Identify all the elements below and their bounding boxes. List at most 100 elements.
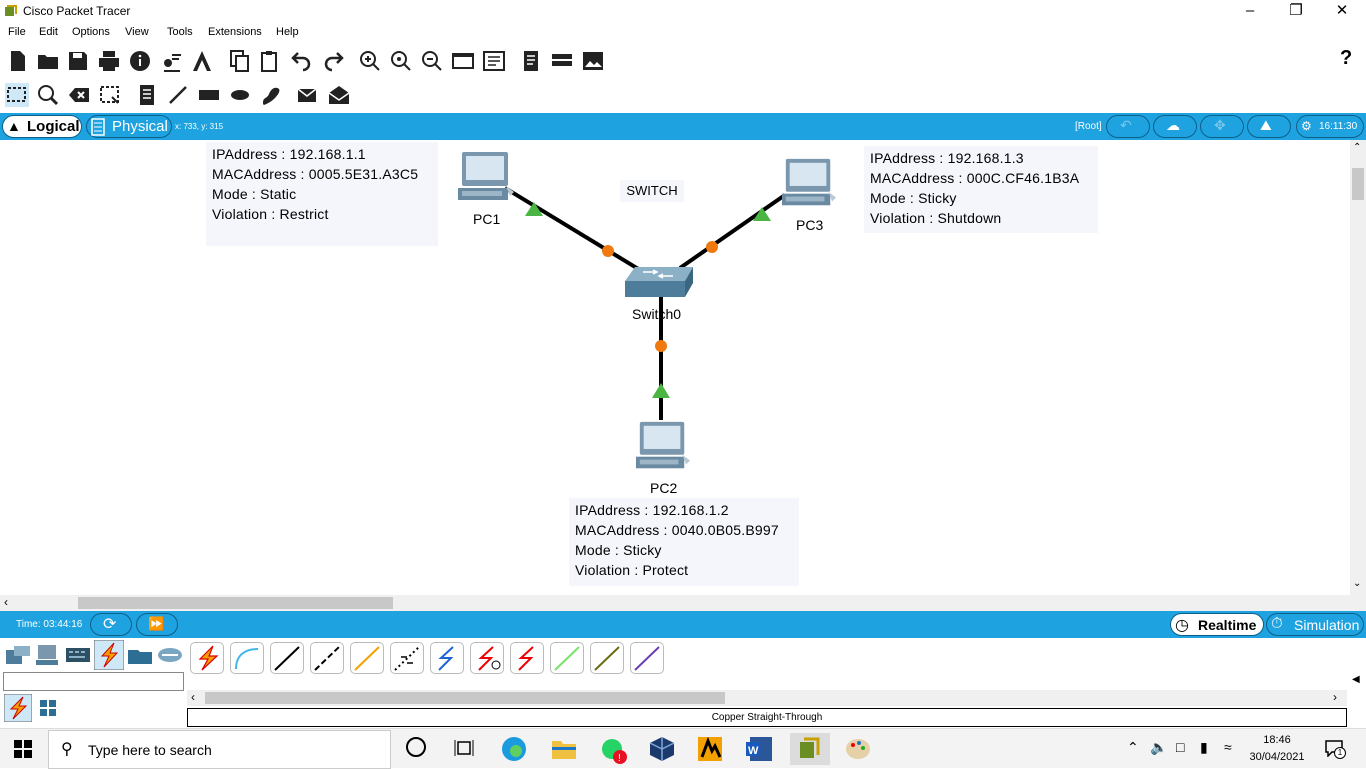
menu-file[interactable]: File bbox=[8, 26, 26, 38]
horizontal-scroll-thumb[interactable] bbox=[78, 597, 393, 609]
volume-icon[interactable]: 🔈 bbox=[1150, 739, 1167, 756]
network-wizard-icon[interactable] bbox=[160, 49, 184, 73]
device-search-input[interactable] bbox=[3, 672, 184, 691]
miscellaneous-category-icon[interactable] bbox=[126, 642, 154, 668]
note-pc3-port-security[interactable]: IPAddress : 192.168.1.3 MACAddress : 000… bbox=[864, 146, 1098, 233]
delete-tool-icon[interactable] bbox=[67, 83, 91, 107]
image-viewer-icon[interactable] bbox=[581, 49, 605, 73]
minimize-button[interactable]: – bbox=[1227, 0, 1273, 23]
resize-shape-icon[interactable] bbox=[98, 83, 122, 107]
undo-icon[interactable] bbox=[290, 49, 314, 73]
battery-icon[interactable]: ▮ bbox=[1200, 739, 1208, 756]
zoom-out-icon[interactable] bbox=[420, 49, 444, 73]
draw-line-icon[interactable] bbox=[166, 83, 190, 107]
components-category-icon[interactable] bbox=[64, 642, 92, 668]
edge-browser-icon[interactable] bbox=[494, 733, 534, 765]
scroll-right-icon[interactable]: › bbox=[1333, 690, 1337, 704]
logical-workspace-canvas[interactable]: IPAddress : 192.168.1.1 MACAddress : 000… bbox=[0, 140, 1350, 595]
device-template-icon[interactable] bbox=[550, 49, 574, 73]
matlab-app-icon[interactable] bbox=[690, 733, 730, 765]
help-icon[interactable]: ? bbox=[1340, 47, 1352, 70]
notification-center-button[interactable]: 1 bbox=[1324, 739, 1346, 759]
zoom-reset-icon[interactable] bbox=[389, 49, 413, 73]
cortana-icon[interactable] bbox=[406, 737, 426, 757]
activity-wizard-icon[interactable] bbox=[190, 49, 214, 73]
word-icon[interactable]: W bbox=[740, 733, 780, 765]
connection-list-scrollbar[interactable]: ‹ › bbox=[187, 690, 1347, 706]
draw-rectangle-icon[interactable] bbox=[197, 83, 221, 107]
zoom-in-icon[interactable] bbox=[358, 49, 382, 73]
note-pc1-port-security[interactable]: IPAddress : 192.168.1.1 MACAddress : 000… bbox=[206, 142, 438, 246]
viewport-clock[interactable]: ⚙ 16:11:30 bbox=[1296, 115, 1364, 138]
draw-ellipse-icon[interactable] bbox=[228, 83, 252, 107]
connections-category-icon[interactable] bbox=[94, 640, 124, 670]
fiber-button[interactable] bbox=[350, 642, 384, 674]
copy-icon[interactable] bbox=[227, 49, 251, 73]
note-pc2-port-security[interactable]: IPAddress : 192.168.1.2 MACAddress : 004… bbox=[569, 498, 799, 586]
pc3-device-icon[interactable] bbox=[778, 157, 840, 213]
close-button[interactable]: ✕ bbox=[1319, 0, 1365, 23]
paint-icon[interactable] bbox=[838, 733, 878, 765]
paste-icon[interactable] bbox=[258, 49, 282, 73]
menu-help[interactable]: Help bbox=[276, 26, 299, 38]
root-breadcrumb[interactable]: [Root] bbox=[1075, 121, 1102, 132]
usb-cable-button[interactable] bbox=[630, 642, 664, 674]
show-hidden-icons-icon[interactable]: ⌃ bbox=[1127, 739, 1139, 756]
note-switch[interactable]: SWITCH bbox=[620, 180, 684, 202]
network-devices-category-icon[interactable] bbox=[4, 642, 32, 668]
windows-start-icon[interactable] bbox=[14, 740, 32, 758]
connection-scroll-thumb[interactable] bbox=[205, 692, 725, 704]
tab-physical[interactable]: Physical bbox=[86, 115, 172, 138]
info-icon[interactable] bbox=[128, 49, 152, 73]
copper-straight-through-button[interactable] bbox=[270, 642, 304, 674]
scroll-left-icon[interactable]: ‹ bbox=[4, 595, 8, 609]
whatsapp-icon[interactable]: ! bbox=[594, 733, 634, 765]
select-tool-icon[interactable] bbox=[5, 83, 29, 107]
iot-custom-cable-button[interactable] bbox=[590, 642, 624, 674]
new-cluster-button[interactable]: ☁ bbox=[1153, 115, 1197, 138]
menu-extensions[interactable]: Extensions bbox=[208, 26, 262, 38]
scroll-left-icon[interactable]: ‹ bbox=[191, 690, 195, 704]
drawing-palette-icon[interactable] bbox=[451, 49, 475, 73]
packet-tracer-taskbar-icon[interactable] bbox=[790, 733, 830, 765]
octal-cable-button[interactable] bbox=[550, 642, 584, 674]
menu-options[interactable]: Options bbox=[72, 26, 110, 38]
add-complex-pdu-icon[interactable] bbox=[327, 83, 351, 107]
phone-cable-button[interactable] bbox=[390, 642, 424, 674]
multiuser-category-icon[interactable] bbox=[156, 642, 184, 668]
scroll-up-icon[interactable]: ⌃ bbox=[1353, 142, 1361, 153]
move-object-button[interactable]: ✥ bbox=[1200, 115, 1244, 138]
add-simple-pdu-icon[interactable] bbox=[296, 83, 320, 107]
menu-tools[interactable]: Tools bbox=[167, 26, 193, 38]
serial-dce-button[interactable] bbox=[470, 642, 504, 674]
pc1-device-icon[interactable] bbox=[456, 150, 516, 208]
new-file-icon[interactable] bbox=[6, 49, 30, 73]
custom-device-dialog-icon[interactable] bbox=[482, 49, 506, 73]
navigation-button[interactable]: ↶ bbox=[1106, 115, 1150, 138]
power-cycle-button[interactable]: ⟳ bbox=[90, 613, 132, 636]
menu-view[interactable]: View bbox=[125, 26, 149, 38]
realtime-mode-button[interactable]: ◷ Realtime bbox=[1170, 613, 1264, 636]
copper-cross-over-button[interactable] bbox=[310, 642, 344, 674]
taskbar-search-box[interactable]: ⚲ Type here to search bbox=[48, 730, 391, 769]
grid-view-icon[interactable] bbox=[38, 698, 58, 718]
set-background-button[interactable]: ⛰ bbox=[1247, 115, 1291, 138]
fast-forward-button[interactable]: ⏩ bbox=[136, 613, 178, 636]
switch0-device-icon[interactable] bbox=[623, 263, 697, 301]
connections-subcategory-icon[interactable] bbox=[4, 694, 32, 722]
place-note-icon[interactable] bbox=[135, 83, 159, 107]
print-icon[interactable] bbox=[97, 49, 121, 73]
freeform-icon[interactable] bbox=[259, 83, 283, 107]
end-devices-category-icon[interactable] bbox=[34, 642, 62, 668]
simulation-mode-button[interactable]: ⏱ Simulation bbox=[1266, 613, 1364, 636]
open-folder-icon[interactable] bbox=[36, 49, 60, 73]
collapse-panel-icon[interactable]: ◀ bbox=[1352, 674, 1360, 685]
scroll-down-icon[interactable]: ⌄ bbox=[1353, 578, 1361, 589]
taskbar-clock[interactable]: 18:46 30/04/2021 bbox=[1242, 732, 1312, 766]
menu-edit[interactable]: Edit bbox=[39, 26, 58, 38]
restore-button[interactable]: ❐ bbox=[1273, 0, 1319, 23]
pc2-device-icon[interactable] bbox=[630, 420, 696, 476]
save-icon[interactable] bbox=[66, 49, 90, 73]
file-explorer-icon[interactable] bbox=[544, 733, 584, 765]
coaxial-button[interactable] bbox=[430, 642, 464, 674]
